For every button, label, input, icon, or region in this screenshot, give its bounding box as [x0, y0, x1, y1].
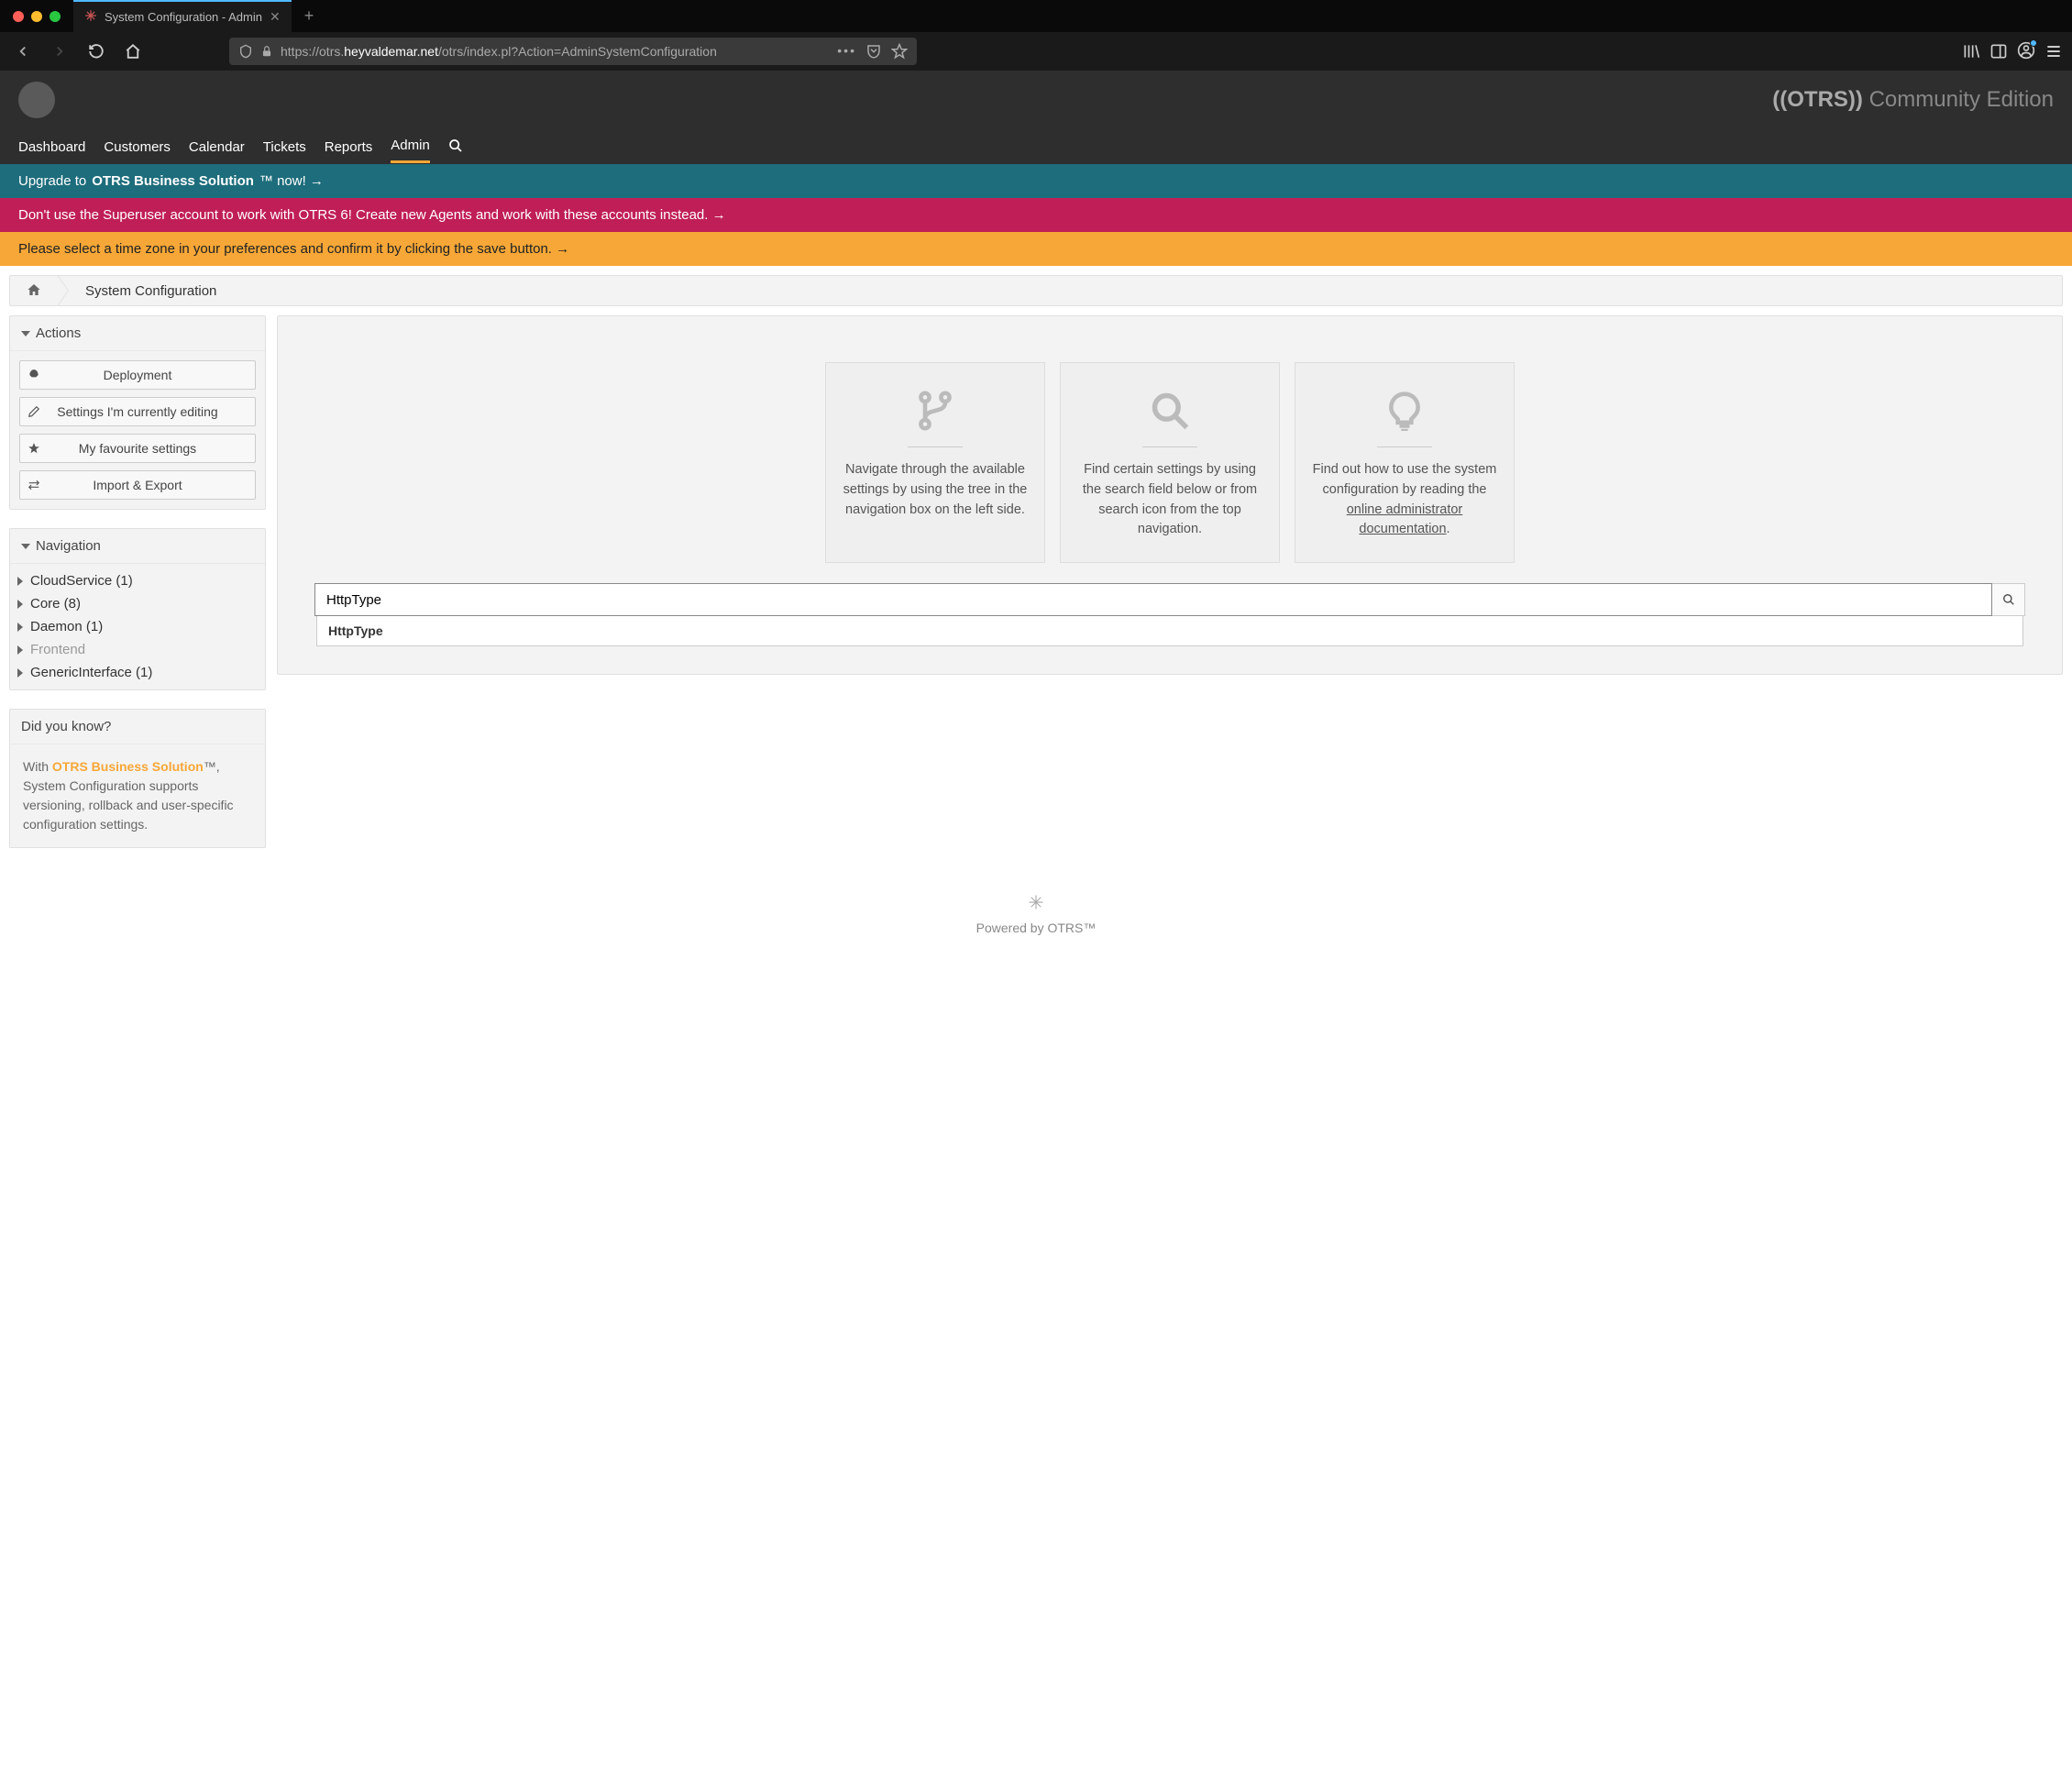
rocket-icon: [20, 369, 48, 381]
reload-button[interactable]: [83, 38, 110, 65]
breadcrumb-current: System Configuration: [69, 283, 233, 299]
didyouknow-body: With OTRS Business Solution™, System Con…: [10, 744, 265, 847]
close-tab-icon[interactable]: ✕: [270, 9, 281, 25]
footer-text: Powered by OTRS™: [0, 921, 2072, 935]
lightbulb-icon: [1312, 391, 1497, 434]
minimize-window-icon[interactable]: [31, 11, 42, 22]
breadcrumb-separator-icon: [58, 275, 69, 306]
navigation-header[interactable]: Navigation: [10, 529, 265, 564]
more-icon[interactable]: •••: [837, 43, 856, 60]
caret-right-icon: [17, 668, 23, 678]
nav-reports[interactable]: Reports: [325, 132, 373, 162]
exchange-icon: [20, 479, 48, 491]
caret-right-icon: [17, 645, 23, 655]
action-deployment[interactable]: Deployment: [19, 360, 256, 390]
otrs-logo-icon: [0, 894, 2072, 913]
info-card-text: Find certain settings by using the searc…: [1077, 460, 1262, 540]
app-header: ((OTRS)) Community Edition Dashboard Cus…: [0, 71, 2072, 164]
banner-timezone-warning[interactable]: Please select a time zone in your prefer…: [0, 232, 2072, 266]
caret-down-icon: [21, 331, 30, 336]
breadcrumb: System Configuration: [9, 275, 2063, 306]
info-card-text: Find out how to use the system configura…: [1312, 460, 1497, 540]
home-icon: [27, 282, 41, 297]
account-icon[interactable]: [2017, 41, 2035, 62]
main-content: Navigate through the available settings …: [277, 315, 2063, 675]
maximize-window-icon[interactable]: [50, 11, 61, 22]
home-button[interactable]: [119, 38, 147, 65]
caret-right-icon: [17, 600, 23, 609]
search-suggestion[interactable]: HttpType: [316, 616, 2023, 646]
nav-calendar[interactable]: Calendar: [189, 132, 245, 162]
didyouknow-header: Did you know?: [10, 710, 265, 744]
tab-title: System Configuration - Admin: [105, 10, 262, 24]
sidebar-icon[interactable]: [1989, 42, 2008, 61]
app-brand: ((OTRS)) Community Edition: [1772, 87, 2054, 113]
banner-upgrade[interactable]: Upgrade to OTRS Business Solution™ now! …: [0, 164, 2072, 198]
url-text: https://otrs.heyvaldemar.net/otrs/index.…: [281, 44, 830, 59]
caret-right-icon: [17, 577, 23, 586]
breadcrumb-home[interactable]: [10, 282, 58, 300]
nav-tree-core[interactable]: Core (8): [10, 592, 265, 615]
search-icon: [2002, 593, 2015, 606]
nav-tickets[interactable]: Tickets: [263, 132, 306, 162]
lock-icon: [260, 45, 273, 58]
nav-tree-cloudservice[interactable]: CloudService (1): [10, 569, 265, 592]
new-tab-button[interactable]: +: [292, 6, 327, 26]
action-favourite-settings[interactable]: My favourite settings: [19, 434, 256, 463]
nav-search-icon[interactable]: [448, 138, 463, 156]
nav-bar: https://otrs.heyvaldemar.net/otrs/index.…: [0, 32, 2072, 71]
action-editing-settings[interactable]: Settings I'm currently editing: [19, 397, 256, 426]
nav-customers[interactable]: Customers: [104, 132, 171, 162]
actions-header[interactable]: Actions: [10, 316, 265, 351]
actions-widget: Actions Deployment Settings I'm currentl…: [9, 315, 266, 510]
caret-right-icon: [17, 623, 23, 632]
back-button[interactable]: [9, 38, 37, 65]
action-import-export[interactable]: Import & Export: [19, 470, 256, 500]
tab-favicon-icon: [84, 9, 97, 25]
sidebar: Actions Deployment Settings I'm currentl…: [9, 315, 266, 848]
info-card-text: Navigate through the available settings …: [843, 460, 1028, 520]
navigation-widget: Navigation CloudService (1) Core (8) Dae…: [9, 528, 266, 690]
nav-tree-frontend[interactable]: Frontend: [10, 638, 265, 661]
star-icon: [20, 442, 48, 455]
close-window-icon[interactable]: [13, 11, 24, 22]
banner-superuser-warning[interactable]: Don't use the Superuser account to work …: [0, 198, 2072, 232]
info-card-navigate: Navigate through the available settings …: [825, 362, 1045, 563]
nav-tree-daemon[interactable]: Daemon (1): [10, 615, 265, 638]
didyouknow-widget: Did you know? With OTRS Business Solutio…: [9, 709, 266, 848]
forward-button[interactable]: [46, 38, 73, 65]
nav-admin[interactable]: Admin: [391, 130, 430, 163]
main-layout: Actions Deployment Settings I'm currentl…: [0, 315, 2072, 866]
content-widget: Navigate through the available settings …: [277, 315, 2063, 675]
shield-icon: [238, 44, 253, 59]
bookmark-star-icon[interactable]: [891, 43, 908, 60]
browser-chrome: System Configuration - Admin ✕ + https:/…: [0, 0, 2072, 71]
traffic-lights: [0, 11, 73, 22]
documentation-link[interactable]: online administrator documentation: [1347, 502, 1463, 537]
menu-icon[interactable]: [2044, 42, 2063, 61]
search-button[interactable]: [1992, 583, 2025, 616]
info-card-search: Find certain settings by using the searc…: [1060, 362, 1280, 563]
browser-tab[interactable]: System Configuration - Admin ✕: [73, 0, 292, 32]
browser-right-nav: [1962, 41, 2063, 62]
pocket-icon[interactable]: [865, 43, 882, 60]
footer: Powered by OTRS™: [0, 866, 2072, 963]
search-area: HttpType: [314, 583, 2025, 646]
tab-bar: System Configuration - Admin ✕ +: [0, 0, 2072, 32]
url-bar[interactable]: https://otrs.heyvaldemar.net/otrs/index.…: [229, 38, 917, 65]
nav-dashboard[interactable]: Dashboard: [18, 132, 85, 162]
info-card-documentation: Find out how to use the system configura…: [1295, 362, 1515, 563]
app-nav: Dashboard Customers Calendar Tickets Rep…: [0, 129, 2072, 164]
search-large-icon: [1077, 391, 1262, 434]
search-input[interactable]: [314, 583, 1992, 616]
caret-down-icon: [21, 544, 30, 549]
avatar[interactable]: [18, 82, 55, 118]
branch-icon: [843, 391, 1028, 434]
library-icon[interactable]: [1962, 42, 1980, 61]
nav-tree-genericinterface[interactable]: GenericInterface (1): [10, 661, 265, 684]
edit-icon: [20, 405, 48, 418]
